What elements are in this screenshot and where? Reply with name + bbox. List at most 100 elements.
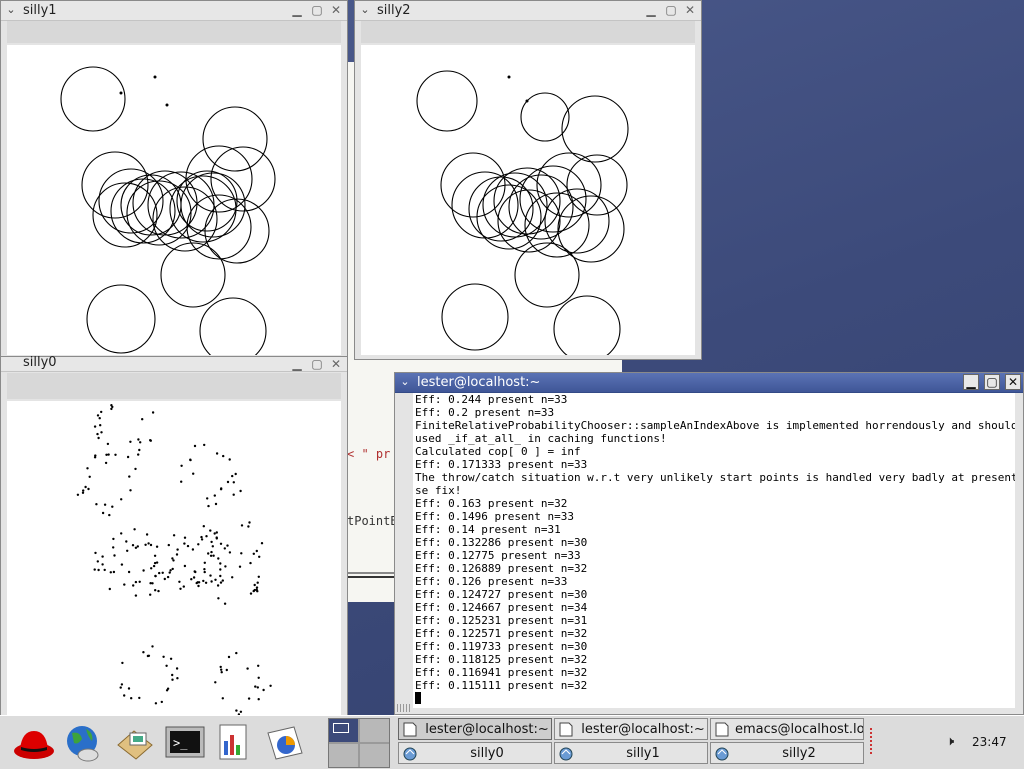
close-button[interactable]: ✕ — [328, 2, 344, 18]
plot-dot — [212, 555, 214, 557]
window-menu-icon[interactable]: ⌄ — [398, 375, 412, 389]
task-terminal-2[interactable]: lester@localhost:~ — [554, 718, 708, 740]
window-toolstrip — [7, 373, 341, 399]
terminal-line: Eff: 0.119733 present n=30 — [415, 640, 1015, 653]
plot-dot — [253, 553, 255, 555]
maximize-button[interactable]: ▢ — [309, 2, 325, 18]
silly0-titlebar[interactable]: silly0 ▁ ▢ ✕ — [1, 357, 347, 372]
plot-dot — [113, 554, 115, 556]
plot-dot — [240, 552, 242, 554]
mail-icon[interactable] — [114, 722, 156, 764]
window-menu-icon[interactable]: ⌄ — [4, 3, 18, 17]
task-silly1[interactable]: silly1 — [554, 742, 708, 764]
terminal-prompt[interactable] — [415, 692, 1015, 705]
plot-dot — [210, 555, 212, 557]
plot-dot — [214, 681, 216, 683]
maximize-button[interactable]: ▢ — [984, 374, 1000, 390]
close-button[interactable]: ✕ — [1005, 374, 1021, 390]
window-menu-icon[interactable]: ⌄ — [358, 3, 372, 17]
plot-dot — [205, 535, 207, 537]
terminal-line: se fix! — [415, 484, 1015, 497]
plot-dot — [82, 492, 84, 494]
terminal-output[interactable]: Eff: 0.244 present n=33Eff: 0.2 present … — [413, 393, 1015, 708]
plot-dot — [134, 468, 136, 470]
plot-dot — [150, 440, 152, 442]
plot-dot — [219, 575, 221, 577]
document-icon — [403, 722, 417, 737]
maximize-button[interactable]: ▢ — [663, 2, 679, 18]
office-presentation-icon[interactable] — [264, 722, 306, 764]
plot-dot — [138, 697, 140, 699]
plot-dot — [138, 449, 140, 451]
window-title: silly2 — [377, 2, 411, 19]
document-icon — [559, 722, 573, 737]
task-silly2[interactable]: silly2 — [710, 742, 864, 764]
plot-dot — [216, 531, 218, 533]
plot-dot — [141, 418, 143, 420]
plot-dot — [162, 572, 164, 574]
task-silly0[interactable]: silly0 — [398, 742, 552, 764]
workspace-1[interactable] — [329, 719, 358, 742]
silly2-titlebar[interactable]: ⌄ silly2 ▁ ▢ ✕ — [355, 1, 701, 21]
plot-dot — [219, 562, 221, 564]
minimize-button[interactable]: ▁ — [963, 374, 979, 390]
terminal-titlebar[interactable]: ⌄ lester@localhost:~ ▁ ▢ ✕ — [395, 373, 1023, 393]
plot-dot — [203, 444, 205, 446]
plot-dot — [217, 597, 219, 599]
emacs-code-fragment-string: < " pr — [347, 447, 390, 461]
terminal-window[interactable]: ⌄ lester@localhost:~ ▁ ▢ ✕ Eff: 0.244 pr… — [394, 372, 1024, 715]
plot-dot — [96, 433, 98, 435]
plot-dot — [250, 592, 252, 594]
app-window-icon — [403, 746, 417, 761]
close-button[interactable]: ✕ — [682, 2, 698, 18]
terminal-line: Eff: 0.244 present n=33 — [415, 393, 1015, 406]
plot-dot — [111, 506, 113, 508]
plot-dot — [147, 542, 149, 544]
plot-dot — [97, 569, 99, 571]
plot-dot — [110, 404, 112, 406]
plot-dot — [169, 569, 171, 571]
plot-dot — [158, 572, 160, 574]
plot-dot — [221, 671, 223, 673]
workspace-3[interactable] — [329, 744, 358, 767]
silly0-window[interactable]: silly0 ▁ ▢ ✕ — [0, 356, 348, 716]
task-terminal-1[interactable]: lester@localhost:~ — [398, 718, 552, 740]
close-button[interactable]: ✕ — [328, 356, 344, 372]
plot-dot — [220, 487, 222, 489]
redhat-menu-icon[interactable] — [12, 722, 54, 764]
plot-dot — [97, 560, 99, 562]
silly1-window[interactable]: ⌄ silly1 ▁ ▢ ✕ — [0, 0, 348, 360]
plot-dot — [107, 443, 109, 445]
workspace-pager[interactable] — [328, 718, 390, 768]
minimize-button[interactable]: ▁ — [289, 2, 305, 18]
clock[interactable]: 23:47 — [972, 735, 1007, 749]
app-window-icon — [715, 746, 729, 761]
plot-dot — [121, 662, 123, 664]
plot-dot — [231, 475, 233, 477]
workspace-4[interactable] — [360, 744, 389, 767]
plot-dot — [197, 585, 199, 587]
plot-dot — [97, 414, 99, 416]
window-toolstrip — [361, 21, 695, 43]
terminal-line: Eff: 0.14 present n=31 — [415, 523, 1015, 536]
plot-dot — [190, 578, 192, 580]
silly1-titlebar[interactable]: ⌄ silly1 ▁ ▢ ✕ — [1, 1, 347, 21]
maximize-button[interactable]: ▢ — [309, 356, 325, 372]
office-writer-icon[interactable] — [214, 722, 256, 764]
workspace-2[interactable] — [360, 719, 389, 742]
minimize-button[interactable]: ▁ — [643, 2, 659, 18]
plot-dot — [180, 481, 182, 483]
resize-grip[interactable] — [397, 704, 411, 712]
speaker-icon[interactable]: 🕨 — [946, 734, 954, 749]
silly2-window[interactable]: ⌄ silly2 ▁ ▢ ✕ — [354, 0, 702, 360]
task-emacs[interactable]: emacs@localhost.local — [710, 718, 864, 740]
minimize-button[interactable]: ▁ — [289, 356, 305, 372]
terminal-icon[interactable]: >_ — [164, 722, 206, 764]
plot-dot — [233, 494, 235, 496]
plot-dot — [133, 528, 135, 530]
plot-dot — [94, 454, 96, 456]
plot-dot — [107, 453, 109, 455]
plot-dot — [207, 552, 209, 554]
web-browser-icon[interactable] — [62, 722, 104, 764]
plot-dot — [167, 688, 169, 690]
